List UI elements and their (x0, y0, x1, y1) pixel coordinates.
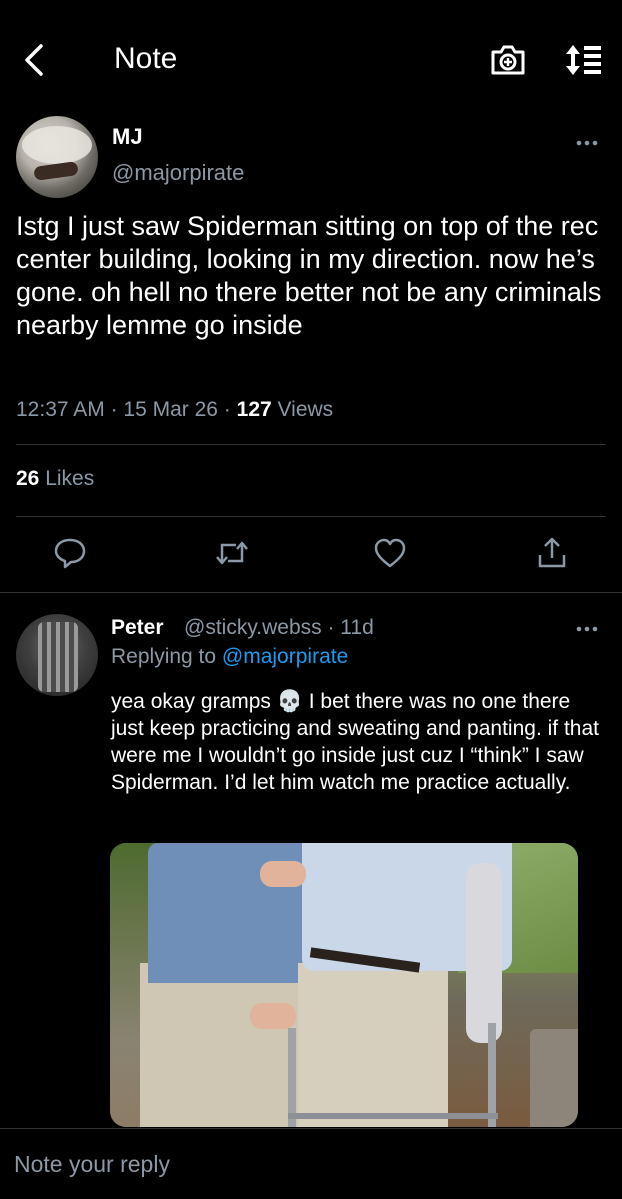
photo-person-left (140, 963, 300, 1127)
photo-stump (530, 1029, 578, 1127)
views-label: Views (271, 398, 334, 421)
replying-to: Replying to @majorpirate (111, 645, 348, 669)
photo-person-right (298, 963, 448, 1127)
reply-author-handle: @sticky.webss (184, 616, 322, 639)
reply-age: 11d (340, 616, 374, 639)
meta-separator: · (104, 398, 124, 421)
reply-avatar[interactable] (16, 614, 98, 696)
reply-icon[interactable] (50, 533, 90, 573)
likes-count: 26 (16, 467, 40, 490)
reply-author-meta[interactable]: @sticky.webss · 11d (184, 616, 374, 640)
likes-label: Likes (39, 467, 95, 490)
photo-walker (488, 1023, 496, 1127)
more-options-icon[interactable] (572, 622, 602, 636)
likes-stat[interactable]: 26 Likes (16, 467, 94, 491)
tweet-text: Istg I just saw Spiderman sitting on top… (16, 211, 602, 340)
reply-author-name[interactable]: Peter (111, 616, 164, 640)
meta-separator: · (321, 616, 341, 639)
retweet-icon[interactable] (212, 533, 252, 573)
author-name[interactable]: MJ (112, 124, 143, 150)
page-title: Note (114, 42, 178, 75)
tweet-metadata: 12:37 AM · 15 Mar 26 · 127 Views (16, 398, 333, 422)
back-chevron-icon[interactable] (14, 40, 54, 80)
divider (16, 516, 606, 517)
avatar-arm-shape (33, 161, 79, 181)
tweet-date: 15 Mar 26 (123, 398, 218, 421)
replying-prefix: Replying to (111, 645, 222, 668)
avatar[interactable] (16, 116, 98, 198)
author-handle[interactable]: @majorpirate (112, 160, 244, 186)
replying-handle-link[interactable]: @majorpirate (222, 645, 348, 668)
divider (0, 1128, 622, 1129)
photo-hand (250, 1003, 296, 1029)
like-icon[interactable] (370, 533, 410, 573)
tweet-time: 12:37 AM (16, 398, 105, 421)
avatar-shirt-shape (22, 126, 92, 164)
sort-icon[interactable] (562, 40, 604, 80)
divider (0, 592, 622, 593)
divider (16, 444, 606, 445)
views-count: 127 (236, 398, 272, 421)
photo-hand (260, 861, 306, 887)
reply-text: yea okay gramps 💀 I bet there was no one… (111, 690, 599, 794)
meta-separator: · (217, 398, 237, 421)
share-icon[interactable] (532, 533, 572, 573)
photo-arm (466, 863, 502, 1043)
reply-input[interactable] (0, 1134, 622, 1194)
camera-icon[interactable] (488, 42, 528, 78)
reply-media-photo[interactable] (110, 843, 578, 1127)
more-options-icon[interactable] (572, 136, 602, 150)
avatar-figure-shape (38, 622, 78, 692)
photo-walker (288, 1113, 498, 1119)
